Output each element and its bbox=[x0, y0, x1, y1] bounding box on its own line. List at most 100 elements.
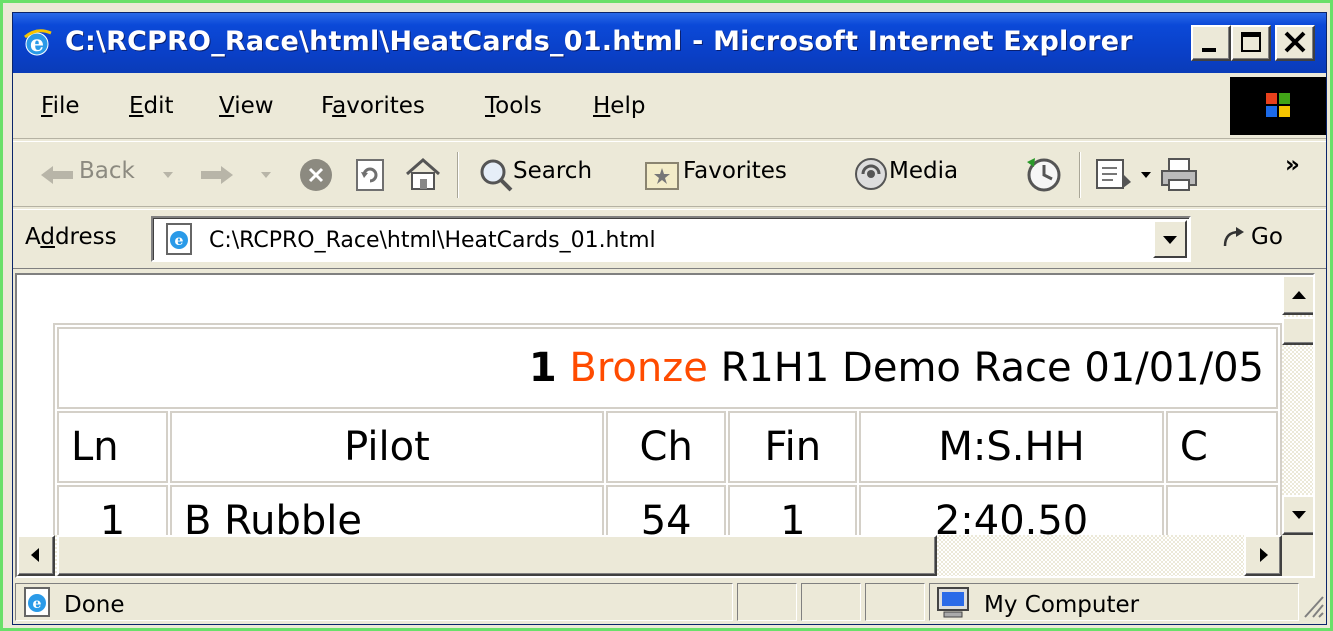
address-bar: Address e C:\RCPRO_Race\html\HeatCards_0… bbox=[13, 209, 1326, 269]
heat-card-title: 1 Bronze R1H1 Demo Race 01/01/05 bbox=[57, 327, 1278, 409]
print-icon[interactable] bbox=[1159, 156, 1199, 194]
maximize-button[interactable] bbox=[1231, 25, 1271, 61]
screenshot-frame: e C:\RCPRO_Race\html\HeatCards_01.html -… bbox=[0, 0, 1333, 631]
toolbar-overflow-chevron[interactable]: » bbox=[1285, 152, 1300, 178]
menu-view[interactable]: View bbox=[219, 93, 274, 119]
header-row: Ln Pilot Ch Fin M:S.HH C bbox=[57, 411, 1278, 483]
svg-text:e: e bbox=[33, 596, 42, 612]
status-pane-main: e Done bbox=[15, 583, 733, 621]
history-icon[interactable] bbox=[1023, 154, 1065, 194]
menu-help[interactable]: Help bbox=[593, 93, 645, 119]
status-pane bbox=[865, 583, 925, 621]
go-button[interactable]: Go bbox=[1209, 222, 1309, 258]
scroll-down-button[interactable] bbox=[1282, 495, 1313, 535]
status-pane bbox=[737, 583, 797, 621]
vertical-scrollbar[interactable] bbox=[1282, 275, 1313, 535]
heat-number: 1 bbox=[528, 345, 557, 391]
cell-finish: 1 bbox=[728, 485, 858, 535]
cell-lane: 1 bbox=[57, 485, 169, 535]
scroll-up-button[interactable] bbox=[1282, 275, 1313, 315]
resize-grip-icon[interactable] bbox=[1301, 591, 1325, 621]
address-input[interactable]: e C:\RCPRO_Race\html\HeatCards_01.html bbox=[151, 216, 1191, 262]
page-viewport: 1 Bronze R1H1 Demo Race 01/01/05 Ln Pilo… bbox=[15, 273, 1315, 578]
ie-logo-icon: e bbox=[24, 29, 52, 57]
window-title: C:\RCPRO_Race\html\HeatCards_01.html - M… bbox=[65, 26, 1133, 57]
arrow-right-icon bbox=[1260, 548, 1268, 562]
media-icon bbox=[855, 158, 887, 190]
mail-dropdown-icon[interactable] bbox=[1139, 170, 1153, 180]
status-zone-pane: My Computer bbox=[929, 583, 1299, 621]
cell-pilot: B Rubble bbox=[170, 485, 604, 535]
column-header-extra: C bbox=[1165, 411, 1278, 483]
menu-file[interactable]: File bbox=[41, 93, 80, 119]
back-arrow-icon bbox=[41, 166, 73, 184]
page-icon: e bbox=[166, 223, 192, 255]
go-arrow-icon bbox=[1223, 227, 1244, 247]
column-header-time: M:S.HH bbox=[859, 411, 1164, 483]
mail-icon[interactable] bbox=[1093, 154, 1133, 194]
status-text: Done bbox=[64, 592, 125, 618]
column-header-pilot: Pilot bbox=[170, 411, 604, 483]
vertical-scroll-thumb[interactable] bbox=[1282, 317, 1313, 345]
home-icon[interactable] bbox=[403, 154, 443, 194]
svg-text:e: e bbox=[30, 31, 44, 57]
address-url: C:\RCPRO_Race\html\HeatCards_01.html bbox=[209, 228, 656, 253]
cell-extra bbox=[1165, 485, 1278, 535]
minimize-icon bbox=[1202, 48, 1216, 52]
status-bar: e Done My Computer bbox=[13, 579, 1326, 624]
windows-throbber bbox=[1230, 77, 1326, 135]
chevron-down-icon bbox=[1163, 236, 1177, 244]
windows-flag-icon bbox=[1266, 93, 1290, 117]
close-icon bbox=[1284, 31, 1306, 53]
back-button[interactable]: Back bbox=[79, 158, 135, 184]
page-content: 1 Bronze R1H1 Demo Race 01/01/05 Ln Pilo… bbox=[17, 275, 1282, 535]
table-row: 1 B Rubble 54 1 2:40.50 bbox=[57, 485, 1278, 535]
race-level: Bronze bbox=[569, 345, 708, 391]
menu-tools[interactable]: Tools bbox=[485, 93, 542, 119]
media-button[interactable]: Media bbox=[889, 158, 958, 184]
my-computer-icon bbox=[937, 587, 969, 618]
toolbar-separator bbox=[457, 152, 459, 198]
status-pane bbox=[801, 583, 861, 621]
standard-toolbar: Back Search Favorites Media » bbox=[13, 141, 1326, 207]
minimize-button[interactable] bbox=[1191, 25, 1231, 61]
forward-arrow-icon[interactable] bbox=[199, 164, 235, 186]
toolbar-separator bbox=[1079, 152, 1081, 198]
scroll-right-button[interactable] bbox=[1244, 535, 1282, 576]
column-header-channel: Ch bbox=[605, 411, 727, 483]
arrow-left-icon bbox=[31, 548, 39, 562]
horizontal-scroll-thumb[interactable] bbox=[57, 535, 937, 576]
scroll-left-button[interactable] bbox=[17, 535, 55, 576]
column-header-finish: Fin bbox=[728, 411, 858, 483]
cell-channel: 54 bbox=[605, 485, 727, 535]
column-header-lane: Ln bbox=[57, 411, 169, 483]
page-done-icon: e bbox=[24, 587, 50, 617]
search-button[interactable]: Search bbox=[513, 158, 592, 184]
menu-favorites[interactable]: Favorites bbox=[321, 93, 425, 119]
close-button[interactable] bbox=[1275, 25, 1315, 61]
arrow-up-icon bbox=[1292, 291, 1306, 299]
menu-bar: File Edit View Favorites Tools Help bbox=[13, 75, 1326, 139]
heat-card-table: 1 Bronze R1H1 Demo Race 01/01/05 Ln Pilo… bbox=[53, 323, 1282, 535]
refresh-icon[interactable] bbox=[351, 156, 389, 194]
title-bar[interactable]: e C:\RCPRO_Race\html\HeatCards_01.html -… bbox=[13, 13, 1326, 73]
stop-icon[interactable] bbox=[297, 156, 335, 194]
browser-window: e C:\RCPRO_Race\html\HeatCards_01.html -… bbox=[12, 12, 1327, 625]
address-label: Address bbox=[25, 224, 117, 250]
horizontal-scrollbar[interactable] bbox=[17, 535, 1282, 576]
race-info: R1H1 Demo Race 01/01/05 bbox=[720, 345, 1264, 391]
maximize-icon bbox=[1241, 32, 1261, 52]
menu-edit[interactable]: Edit bbox=[129, 93, 174, 119]
arrow-down-icon bbox=[1292, 511, 1306, 519]
cell-time: 2:40.50 bbox=[859, 485, 1164, 535]
search-icon bbox=[480, 159, 513, 192]
go-label: Go bbox=[1251, 224, 1283, 250]
forward-dropdown-icon[interactable] bbox=[259, 170, 273, 180]
favorites-icon bbox=[645, 162, 679, 190]
back-dropdown-icon[interactable] bbox=[161, 170, 175, 180]
svg-text:e: e bbox=[175, 233, 184, 249]
scrollbar-corner bbox=[1282, 535, 1313, 576]
security-zone-label: My Computer bbox=[984, 592, 1140, 618]
favorites-button[interactable]: Favorites bbox=[683, 158, 787, 184]
address-dropdown-button[interactable] bbox=[1153, 220, 1187, 258]
